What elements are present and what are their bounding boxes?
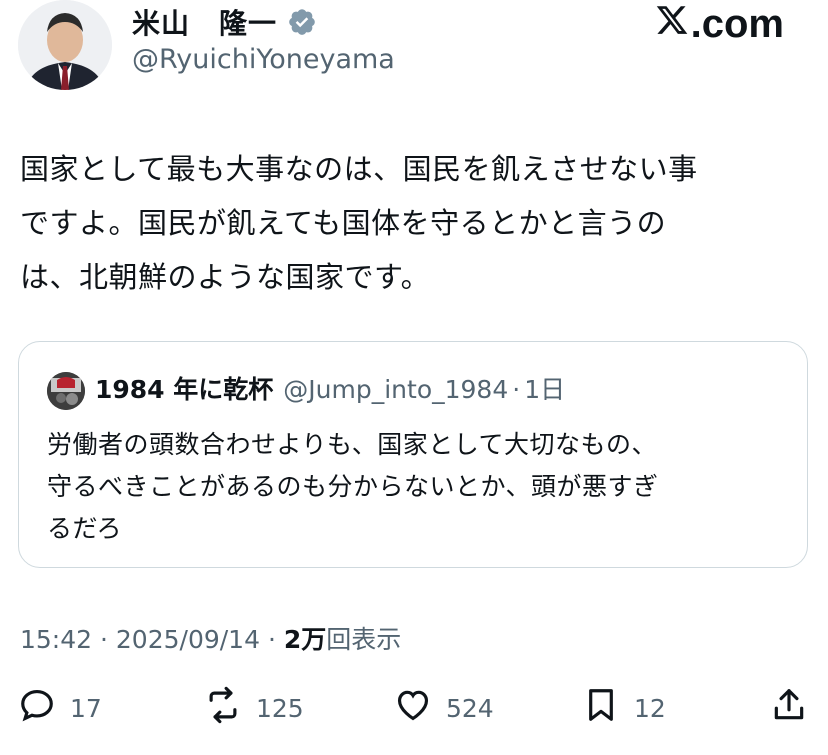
heart-icon bbox=[394, 686, 432, 730]
x-brand-logo: .com bbox=[655, 2, 784, 47]
retweet-button[interactable]: 125 bbox=[204, 686, 304, 730]
reply-icon bbox=[18, 686, 56, 730]
quoted-tweet-line: 労働者の頭数合わせよりも、国家として大切なもの、 bbox=[47, 430, 658, 459]
separator-dot: · bbox=[512, 375, 521, 404]
retweet-count: 125 bbox=[256, 693, 304, 723]
bookmark-button[interactable]: 12 bbox=[582, 686, 666, 730]
tweet-line: は、北朝鮮のような国家です。 bbox=[20, 260, 431, 294]
tweet-text: 国家として最も大事なのは、国民を飢えさせない事 ですよ。国民が飢えても国体を守る… bbox=[20, 142, 810, 304]
separator-dot: · bbox=[100, 625, 108, 654]
like-button[interactable]: 524 bbox=[394, 686, 494, 730]
tweet-time[interactable]: 15:42 bbox=[20, 625, 92, 654]
tweet-line: 国家として最も大事なのは、国民を飢えさせない事 bbox=[20, 152, 698, 186]
like-count: 524 bbox=[446, 693, 494, 723]
views-count: 2万 bbox=[283, 625, 327, 654]
views-label: 回表示 bbox=[326, 625, 402, 654]
quoted-tweet-card[interactable]: 1984 年に乾杯 @Jump_into_1984 · 1日 労働者の頭数合わせ… bbox=[18, 341, 808, 568]
retweet-icon bbox=[204, 686, 242, 730]
x-logo-text: .com bbox=[690, 2, 784, 46]
share-button[interactable] bbox=[770, 686, 808, 730]
bookmark-count: 12 bbox=[634, 693, 666, 723]
bookmark-icon bbox=[582, 686, 620, 730]
author-handle[interactable]: @RyuichiYoneyama bbox=[132, 44, 395, 75]
tweet-line: ですよ。国民が飢えても国体を守るとかと言うの bbox=[20, 206, 667, 240]
separator-dot: · bbox=[267, 625, 276, 654]
author-avatar[interactable] bbox=[18, 0, 112, 90]
quoted-author-handle[interactable]: @Jump_into_1984 bbox=[283, 375, 508, 404]
tweet-meta: 15:42 · 2025/09/14 · 2万回表示 bbox=[20, 620, 401, 656]
x-logo-icon bbox=[655, 2, 691, 47]
quoted-tweet-time[interactable]: 1日 bbox=[524, 370, 565, 406]
author-name-row: 米山 隆一 bbox=[132, 2, 317, 42]
reply-button[interactable]: 17 bbox=[18, 686, 102, 730]
quoted-tweet-line: るだろ bbox=[47, 514, 123, 543]
quoted-author-avatar[interactable] bbox=[47, 372, 85, 410]
reply-count: 17 bbox=[70, 693, 102, 723]
verified-badge-icon bbox=[287, 7, 317, 37]
quoted-tweet-header: 1984 年に乾杯 @Jump_into_1984 · 1日 bbox=[95, 370, 565, 406]
quoted-tweet-line: 守るべきことがあるのも分からないとか、頭が悪すぎ bbox=[47, 472, 659, 501]
share-icon bbox=[770, 686, 808, 730]
quoted-tweet-text: 労働者の頭数合わせよりも、国家として大切なもの、 守るべきことがあるのも分からな… bbox=[47, 424, 787, 550]
quoted-author-name[interactable]: 1984 年に乾杯 bbox=[95, 370, 273, 406]
tweet-date[interactable]: 2025/09/14 bbox=[116, 625, 260, 654]
author-display-name[interactable]: 米山 隆一 bbox=[132, 2, 277, 42]
